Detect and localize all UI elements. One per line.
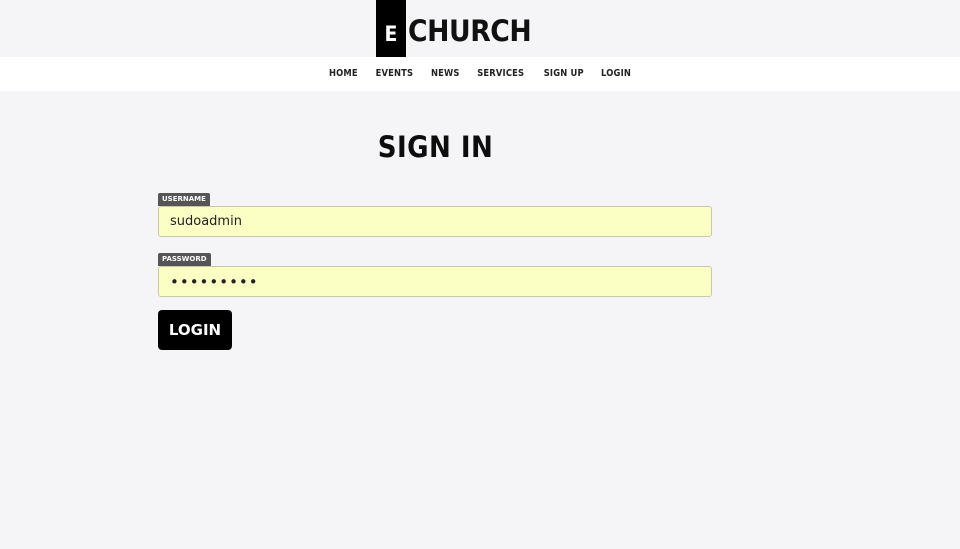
password-input[interactable] bbox=[158, 266, 712, 297]
site-logo[interactable]: E CHURCH bbox=[376, 0, 542, 65]
login-button[interactable]: LOGIN bbox=[158, 310, 232, 350]
nav-item-news[interactable]: NEWS bbox=[430, 68, 459, 79]
password-label: PASSWORD bbox=[158, 253, 211, 266]
nav-item-services[interactable]: SERVICES bbox=[477, 68, 524, 79]
nav-item-login[interactable]: LOGIN bbox=[601, 68, 631, 79]
username-input[interactable] bbox=[158, 206, 712, 237]
nav-item-events[interactable]: EVENTS bbox=[375, 68, 413, 79]
main-navigation: HOME EVENTS NEWS SERVICES SIGN UP LOGIN bbox=[0, 57, 960, 91]
nav-item-home[interactable]: HOME bbox=[329, 68, 358, 79]
logo-mark: E bbox=[376, 0, 406, 65]
logo-text: CHURCH bbox=[408, 14, 532, 48]
username-label: USERNAME bbox=[158, 193, 210, 206]
nav-item-sign-up[interactable]: SIGN UP bbox=[543, 68, 583, 79]
page-title: SIGN IN bbox=[377, 130, 494, 164]
nav-list: HOME EVENTS NEWS SERVICES SIGN UP LOGIN bbox=[0, 68, 960, 79]
